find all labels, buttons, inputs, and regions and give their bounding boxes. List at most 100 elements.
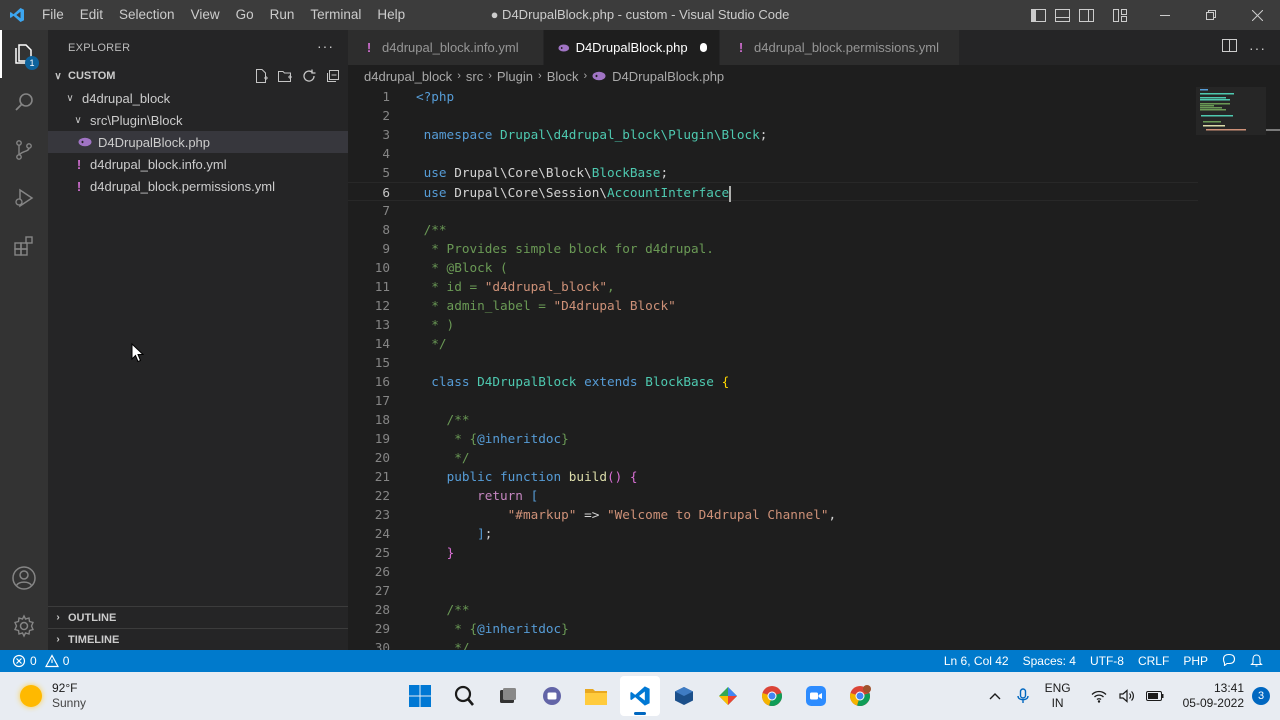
code-line[interactable]: 16 class D4DrupalBlock extends BlockBase… [348, 372, 1198, 391]
code-line[interactable]: 22 return [ [348, 486, 1198, 505]
menu-go[interactable]: Go [228, 0, 262, 30]
new-folder-icon[interactable] [276, 67, 294, 85]
code-text[interactable]: "#markup" => "Welcome to D4drupal Channe… [416, 505, 836, 524]
more-actions-icon[interactable]: ··· [317, 38, 334, 54]
code-text[interactable]: } [416, 543, 455, 562]
more-actions-icon[interactable]: ··· [1249, 40, 1266, 56]
minimize-icon[interactable] [1142, 0, 1188, 30]
file-explorer-icon[interactable] [576, 676, 616, 716]
code-line[interactable]: 20 */ [348, 448, 1198, 467]
encoding[interactable]: UTF-8 [1083, 654, 1131, 668]
breadcrumb-item[interactable]: Plugin [497, 69, 533, 84]
customize-layout-icon[interactable] [1108, 0, 1132, 30]
problems-indicator[interactable]: 0 0 [0, 654, 69, 668]
code-text[interactable]: namespace Drupal\d4drupal_block\Plugin\B… [416, 125, 768, 144]
minimap[interactable] [1196, 87, 1266, 147]
timeline-section-header[interactable]: › TIMELINE [48, 628, 348, 650]
teams-chat-icon[interactable] [532, 676, 572, 716]
extensions-icon[interactable] [0, 222, 48, 270]
code-text[interactable]: */ [416, 334, 446, 353]
menu-edit[interactable]: Edit [72, 0, 111, 30]
close-icon[interactable] [1234, 0, 1280, 30]
code-text[interactable]: /** [416, 410, 470, 429]
code-text[interactable]: * {@inheritdoc} [416, 429, 569, 448]
search-icon[interactable] [0, 78, 48, 126]
tab-permissions-yml[interactable]: ! d4drupal_block.permissions.yml [720, 30, 960, 65]
code-line[interactable]: 11 * id = "d4drupal_block", [348, 277, 1198, 296]
code-line[interactable]: 10 * @Block ( [348, 258, 1198, 277]
run-debug-icon[interactable] [0, 174, 48, 222]
code-line[interactable]: 26 [348, 562, 1198, 581]
code-text[interactable]: */ [416, 448, 469, 467]
code-text[interactable]: * ) [416, 315, 454, 334]
code-text[interactable]: * @Block ( [416, 258, 507, 277]
code-text[interactable]: * id = "d4drupal_block", [416, 277, 614, 296]
code-line[interactable]: 12 * admin_label = "D4drupal Block" [348, 296, 1198, 315]
menu-selection[interactable]: Selection [111, 0, 183, 30]
code-text[interactable]: use Drupal\Core\Session\AccountInterface [416, 183, 732, 202]
code-text[interactable]: * {@inheritdoc} [416, 619, 569, 638]
vscode-taskbar-icon[interactable] [620, 676, 660, 716]
tree-file-permissions-yml[interactable]: ! d4drupal_block.permissions.yml [48, 175, 348, 197]
menu-terminal[interactable]: Terminal [302, 0, 369, 30]
language-indicator[interactable]: ENG IN [1045, 681, 1071, 711]
code-line[interactable]: 23 "#markup" => "Welcome to D4drupal Cha… [348, 505, 1198, 524]
code-line[interactable]: 19 * {@inheritdoc} [348, 429, 1198, 448]
code-text[interactable]: * Provides simple block for d4drupal. [416, 239, 714, 258]
toggle-secondary-sidebar-icon[interactable] [1074, 0, 1098, 30]
battery-icon[interactable] [1141, 672, 1169, 720]
vertical-scrollbar[interactable] [1266, 87, 1280, 650]
windows-start-icon[interactable] [400, 676, 440, 716]
menu-run[interactable]: Run [262, 0, 303, 30]
code-line[interactable]: 7 [348, 201, 1198, 220]
end-of-line[interactable]: CRLF [1131, 654, 1176, 668]
virtualbox-icon[interactable] [664, 676, 704, 716]
tree-folder-src-plugin-block[interactable]: ∨ src\Plugin\Block [48, 109, 348, 131]
breadcrumb-item[interactable]: Block [547, 69, 579, 84]
code-line[interactable]: 13 * ) [348, 315, 1198, 334]
language-mode[interactable]: PHP [1176, 654, 1215, 668]
code-line[interactable]: 4 [348, 144, 1198, 163]
toggle-primary-sidebar-icon[interactable] [1026, 0, 1050, 30]
code-line[interactable]: 29 * {@inheritdoc} [348, 619, 1198, 638]
code-line[interactable]: 9 * Provides simple block for d4drupal. [348, 239, 1198, 258]
code-line[interactable]: 24 ]; [348, 524, 1198, 543]
code-text[interactable]: /** [416, 600, 470, 619]
tree-folder-d4drupal-block[interactable]: ∨ d4drupal_block [48, 87, 348, 109]
tree-file-info-yml[interactable]: ! d4drupal_block.info.yml [48, 153, 348, 175]
files-icon[interactable]: 1 [0, 30, 48, 78]
maps-app-icon[interactable] [708, 676, 748, 716]
code-line[interactable]: 18 /** [348, 410, 1198, 429]
toggle-panel-icon[interactable] [1050, 0, 1074, 30]
tab-info-yml[interactable]: ! d4drupal_block.info.yml [348, 30, 544, 65]
search-icon[interactable] [444, 676, 484, 716]
breadcrumb-item[interactable]: src [466, 69, 483, 84]
restore-icon[interactable] [1188, 0, 1234, 30]
code-text[interactable]: <?php [416, 87, 454, 106]
code-line[interactable]: 14 */ [348, 334, 1198, 353]
code-text[interactable]: * admin_label = "D4drupal Block" [416, 296, 675, 315]
code-text[interactable]: class D4DrupalBlock extends BlockBase { [416, 372, 729, 391]
account-icon[interactable] [0, 554, 48, 602]
source-control-icon[interactable] [0, 126, 48, 174]
chrome-profile-icon[interactable] [840, 676, 880, 716]
split-editor-icon[interactable] [1222, 38, 1237, 57]
breadcrumb-item[interactable]: d4drupal_block [364, 69, 452, 84]
volume-icon[interactable] [1113, 672, 1141, 720]
code-line[interactable]: 15 [348, 353, 1198, 372]
code-line[interactable]: 21 public function build() { [348, 467, 1198, 486]
code-text[interactable]: return [ [416, 486, 538, 505]
code-text[interactable]: public function build() { [416, 467, 638, 486]
refresh-icon[interactable] [300, 67, 318, 85]
tree-file-d4drupalblock-php[interactable]: D4DrupalBlock.php [48, 131, 348, 153]
collapse-all-icon[interactable] [324, 67, 342, 85]
cursor-position[interactable]: Ln 6, Col 42 [937, 654, 1016, 668]
new-file-icon[interactable] [252, 67, 270, 85]
chevron-up-icon[interactable] [981, 672, 1009, 720]
code-text[interactable]: use Drupal\Core\Block\BlockBase; [416, 163, 668, 182]
code-line[interactable]: 27 [348, 581, 1198, 600]
code-line[interactable]: 6 use Drupal\Core\Session\AccountInterfa… [348, 182, 1198, 202]
code-text[interactable]: */ [416, 638, 469, 650]
code-line[interactable]: 17 [348, 391, 1198, 410]
code-line[interactable]: 25 } [348, 543, 1198, 562]
